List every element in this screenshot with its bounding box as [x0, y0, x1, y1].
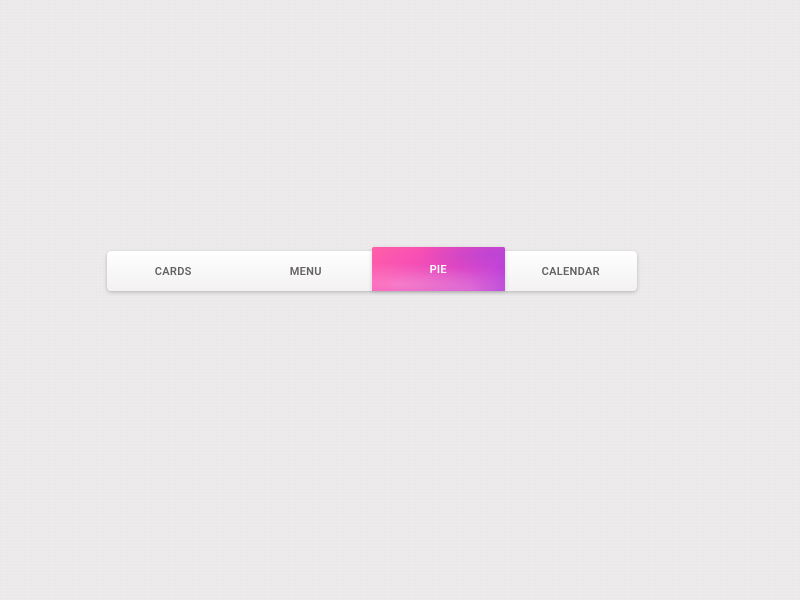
- tab-label: Menu: [290, 265, 322, 278]
- tab-cards[interactable]: Cards: [107, 251, 240, 291]
- tab-menu[interactable]: Menu: [240, 251, 373, 291]
- tab-label: Cards: [155, 265, 192, 278]
- tab-pie[interactable]: Pie: [372, 247, 505, 291]
- tab-label: Pie: [430, 263, 447, 276]
- tab-label: Calendar: [542, 265, 600, 278]
- tab-calendar[interactable]: Calendar: [505, 251, 638, 291]
- tab-navigation: Cards Menu Pie Calendar: [107, 251, 637, 291]
